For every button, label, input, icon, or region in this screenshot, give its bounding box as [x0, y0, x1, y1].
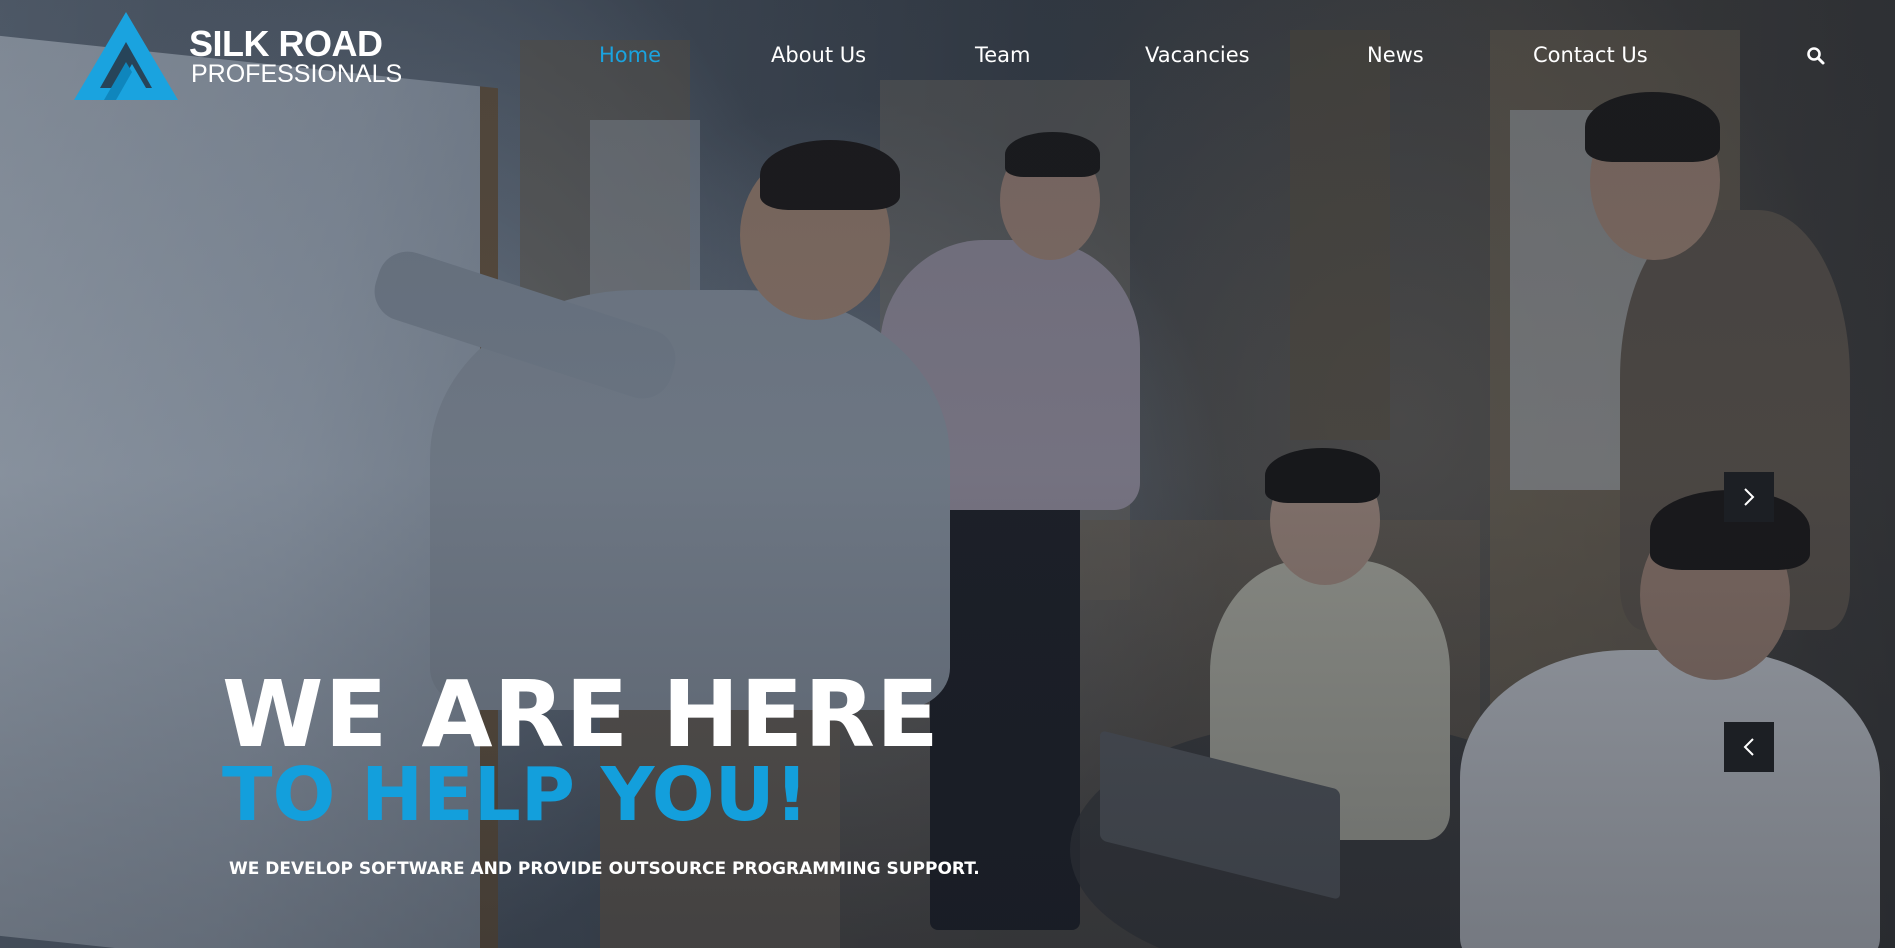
site-logo[interactable]: SILK ROAD PROFESSIONALS [74, 12, 402, 102]
hero-section: SILK ROAD PROFESSIONALS Home About Us Te… [0, 0, 1895, 948]
search-icon[interactable] [1806, 46, 1826, 66]
nav-news[interactable]: News [1367, 40, 1424, 70]
chevron-right-icon [1744, 488, 1755, 506]
slider-next-button[interactable] [1724, 472, 1774, 522]
nav-vacancies[interactable]: Vacancies [1145, 40, 1250, 70]
chevron-left-icon [1743, 738, 1754, 756]
logo-subtitle: PROFESSIONALS [191, 60, 403, 88]
hero-headline-line2: TO HELP YOU! [222, 752, 809, 838]
nav-home[interactable]: Home [599, 40, 661, 70]
logo-title: SILK ROAD [189, 23, 383, 64]
nav-about-us[interactable]: About Us [771, 40, 866, 70]
slider-prev-button[interactable] [1724, 722, 1774, 772]
triangle-logo-icon [74, 12, 178, 100]
nav-contact-us[interactable]: Contact Us [1533, 40, 1648, 70]
nav-team[interactable]: Team [975, 40, 1031, 70]
hero-tagline: WE DEVELOP SOFTWARE AND PROVIDE OUTSOURC… [229, 859, 980, 879]
